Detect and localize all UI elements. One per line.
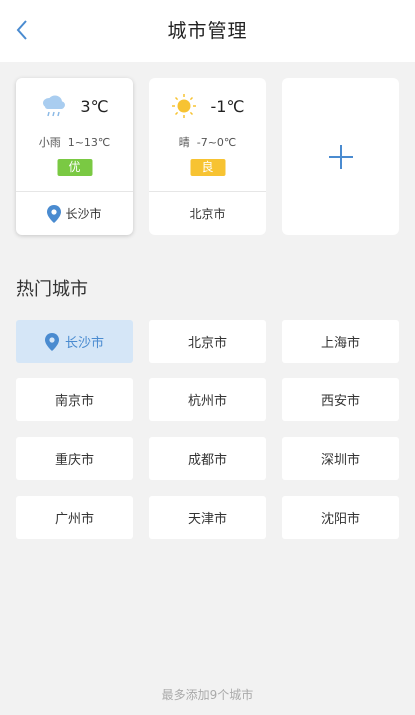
card-city-row: 北京市 xyxy=(149,192,266,235)
location-pin-icon xyxy=(44,332,59,351)
light-rain-icon xyxy=(43,95,66,117)
hot-city-label: 北京市 xyxy=(187,336,227,351)
hot-cities-title: 热门城市 xyxy=(16,279,88,300)
hot-city-label: 西安市 xyxy=(320,394,360,409)
max-cities-note: 最多添加9个城市 xyxy=(161,688,254,702)
add-city-button[interactable] xyxy=(282,78,399,235)
header-bar: 城市管理 xyxy=(0,0,415,62)
page-title: 城市管理 xyxy=(167,20,248,42)
weather-summary: -1℃ xyxy=(149,92,266,120)
hot-city-changsha[interactable]: 长沙市 xyxy=(16,320,133,363)
hot-city-label: 长沙市 xyxy=(64,336,104,351)
weather-summary: 3℃ xyxy=(16,92,133,120)
location-pin-icon xyxy=(47,204,62,223)
weather-description: 小雨 1~13℃ xyxy=(38,136,111,149)
aqi-badge: 良 xyxy=(190,159,225,176)
card-city-name: 长沙市 xyxy=(65,207,102,221)
hot-city-label: 上海市 xyxy=(320,336,360,351)
weather-description: 晴 -7~0℃ xyxy=(178,136,237,149)
hot-city-chongqing[interactable]: 重庆市 xyxy=(16,437,133,480)
hot-city-xian[interactable]: 西安市 xyxy=(282,378,399,421)
hot-city-label: 南京市 xyxy=(54,394,94,409)
hot-city-chengdu[interactable]: 成都市 xyxy=(149,437,266,480)
hot-city-shenyang[interactable]: 沈阳市 xyxy=(282,496,399,539)
hot-city-beijing[interactable]: 北京市 xyxy=(149,320,266,363)
card-city-name: 北京市 xyxy=(189,207,226,221)
hot-city-label: 天津市 xyxy=(187,512,227,527)
hot-city-label: 广州市 xyxy=(54,512,94,527)
temperature: -1℃ xyxy=(210,96,245,116)
temperature: 3℃ xyxy=(80,96,109,116)
city-card-beijing[interactable]: -1℃ 晴 -7~0℃ 良 北京市 xyxy=(149,78,266,235)
hot-city-label: 重庆市 xyxy=(54,453,94,468)
hot-city-shanghai[interactable]: 上海市 xyxy=(282,320,399,363)
hot-city-label: 深圳市 xyxy=(320,453,360,468)
hot-city-label: 成都市 xyxy=(187,453,227,468)
hot-city-hangzhou[interactable]: 杭州市 xyxy=(149,378,266,421)
plus-icon xyxy=(328,144,353,169)
aqi-badge: 优 xyxy=(57,159,92,176)
sunny-icon xyxy=(171,94,196,118)
hot-city-shenzhen[interactable]: 深圳市 xyxy=(282,437,399,480)
hot-city-label: 杭州市 xyxy=(187,394,227,409)
hot-city-nanjing[interactable]: 南京市 xyxy=(16,378,133,421)
card-city-row: 长沙市 xyxy=(16,192,133,235)
hot-city-guangzhou[interactable]: 广州市 xyxy=(16,496,133,539)
hot-city-tianjin[interactable]: 天津市 xyxy=(149,496,266,539)
city-card-changsha[interactable]: 3℃ 小雨 1~13℃ 优 长沙市 xyxy=(16,78,133,235)
hot-city-label: 沈阳市 xyxy=(320,512,360,527)
